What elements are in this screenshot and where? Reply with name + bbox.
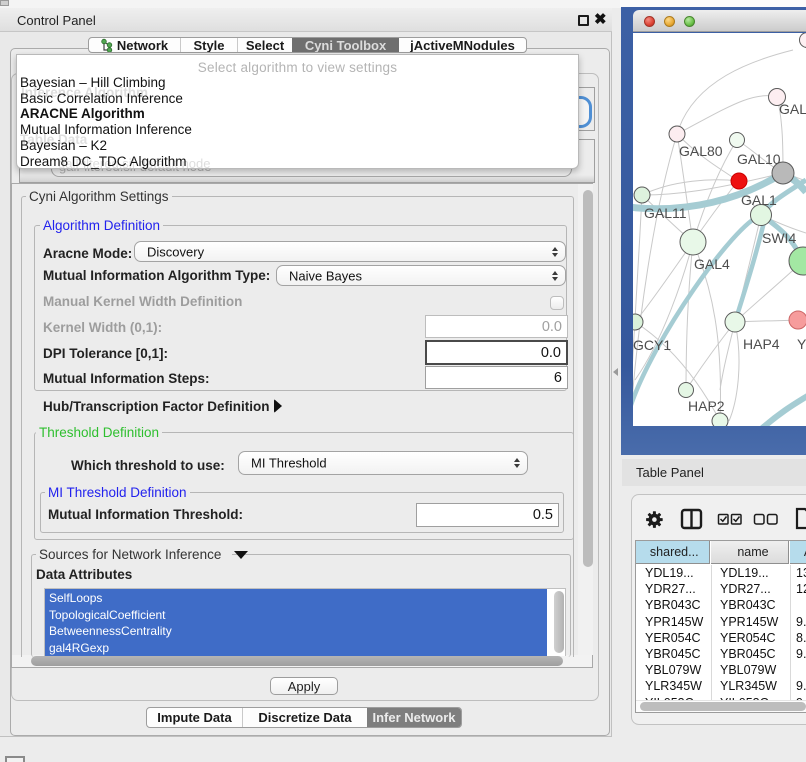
svg-text:GAL10: GAL10 [737, 151, 781, 167]
svg-text:GAL1: GAL1 [741, 192, 777, 208]
svg-text:HAP2: HAP2 [688, 398, 725, 414]
svg-text:GAL11: GAL11 [644, 205, 687, 221]
svg-text:GAL: GAL [779, 101, 806, 117]
svg-text:HAP4: HAP4 [743, 336, 780, 352]
svg-text:GAL80: GAL80 [679, 143, 723, 159]
svg-text:GAL4: GAL4 [694, 256, 730, 272]
svg-text:Y: Y [797, 336, 806, 352]
svg-text:SWI4: SWI4 [762, 230, 796, 246]
svg-text:GCY1: GCY1 [633, 337, 671, 353]
